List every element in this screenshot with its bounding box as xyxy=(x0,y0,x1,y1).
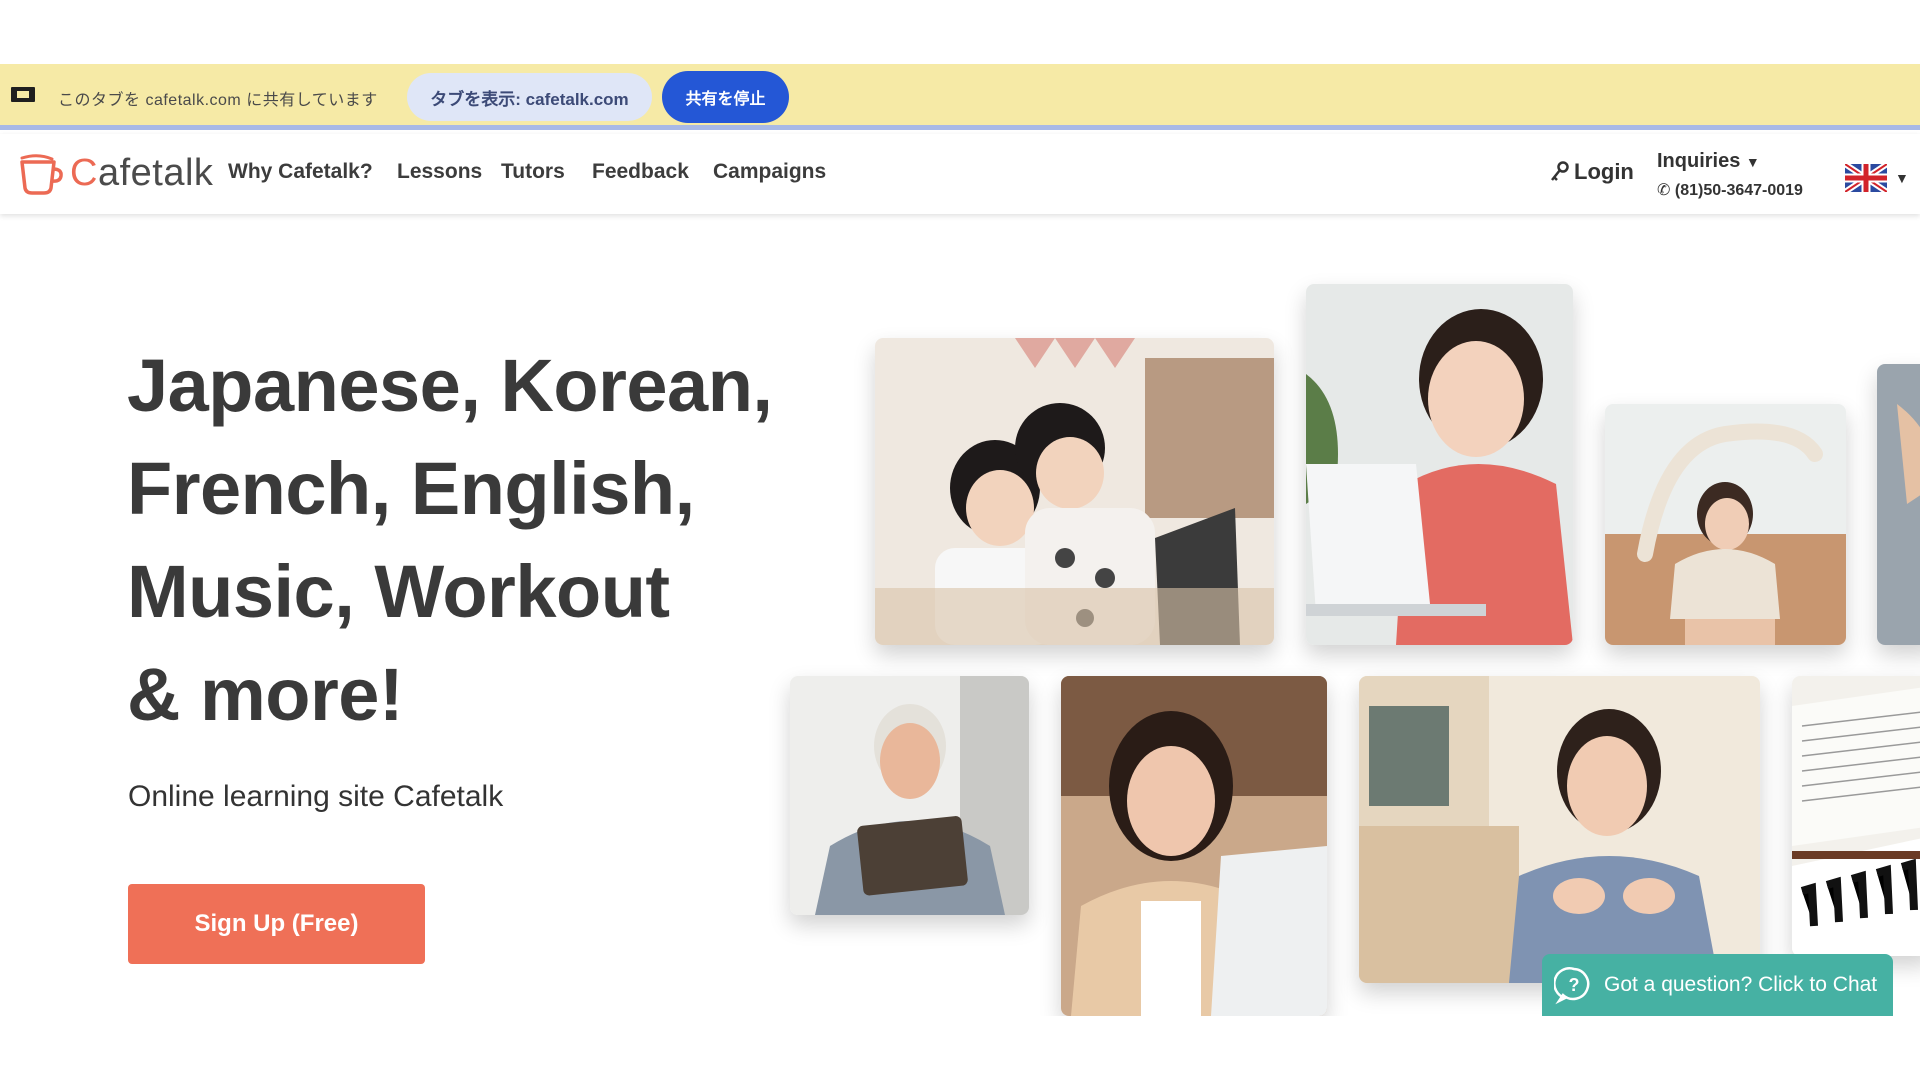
photo-man-tablet xyxy=(790,676,1029,915)
logo-text: Cafetalk xyxy=(70,151,214,194)
login-label: Login xyxy=(1574,159,1634,184)
stop-sharing-button[interactable]: 共有を停止 xyxy=(662,71,789,123)
caret-down-icon: ▼ xyxy=(1745,154,1760,170)
site-header: Cafetalk Why Cafetalk? Lessons Tutors Fe… xyxy=(0,134,1920,214)
key-icon xyxy=(1551,161,1569,181)
uk-flag-icon xyxy=(1845,164,1887,192)
show-tab-button[interactable]: タブを表示: cafetalk.com xyxy=(407,73,652,121)
inquiries-label: Inquiries xyxy=(1657,150,1741,172)
coffee-cup-icon xyxy=(20,154,63,195)
photo-woman-stretching xyxy=(1605,404,1846,645)
photo-girl-sign-language xyxy=(1359,676,1760,983)
hero-heading-line: Japanese, Korean, xyxy=(127,344,773,427)
tab-sharing-banner: このタブを cafetalk.com に共有しています タブを表示: cafet… xyxy=(0,64,1920,130)
photo-children-tablet xyxy=(875,338,1274,645)
signup-free-button[interactable]: Sign Up (Free) xyxy=(128,884,425,964)
inquiries-dropdown[interactable]: Inquiries ▼ xyxy=(1657,150,1760,173)
cafetalk-logo[interactable]: Cafetalk xyxy=(18,148,213,198)
nav-campaigns[interactable]: Campaigns xyxy=(713,160,826,184)
hero-subtitle: Online learning site Cafetalk xyxy=(128,780,504,813)
photo-piano-sheet-music xyxy=(1792,676,1920,956)
chat-support-button[interactable]: ? Got a question? Click to Chat xyxy=(1542,954,1893,1016)
photo-woman-smiling-laptop xyxy=(1061,676,1327,1016)
hero-heading-line: French, English, xyxy=(127,447,695,530)
browser-viewport: このタブを cafetalk.com に共有しています タブを表示: cafet… xyxy=(0,64,1920,1016)
hero-heading: Japanese, Korean, French, English, Music… xyxy=(127,334,777,746)
chat-label: Got a question? Click to Chat xyxy=(1604,973,1878,996)
chat-question-icon: ? xyxy=(1554,967,1590,1005)
nav-why-cafetalk[interactable]: Why Cafetalk? xyxy=(228,160,373,184)
photo-woman-laptop-earphones xyxy=(1306,284,1573,645)
nav-lessons[interactable]: Lessons xyxy=(397,160,482,184)
screen-share-icon xyxy=(11,87,35,102)
photo-partial-right xyxy=(1877,364,1920,645)
phone-icon: ✆ xyxy=(1657,182,1671,199)
login-link[interactable]: Login xyxy=(1550,159,1634,185)
language-selector[interactable]: ▼ xyxy=(1845,164,1909,192)
sharing-message: このタブを cafetalk.com に共有しています xyxy=(58,92,378,109)
hero-heading-line: Music, Workout xyxy=(127,550,670,633)
phone-number[interactable]: ✆ (81)50-3647-0019 xyxy=(1657,180,1803,200)
phone-text: (81)50-3647-0019 xyxy=(1674,182,1803,199)
svg-text:?: ? xyxy=(1569,975,1580,995)
nav-feedback[interactable]: Feedback xyxy=(592,160,689,184)
hero-heading-line: & more! xyxy=(127,653,404,736)
nav-tutors[interactable]: Tutors xyxy=(501,160,565,184)
caret-down-icon: ▼ xyxy=(1895,170,1909,186)
